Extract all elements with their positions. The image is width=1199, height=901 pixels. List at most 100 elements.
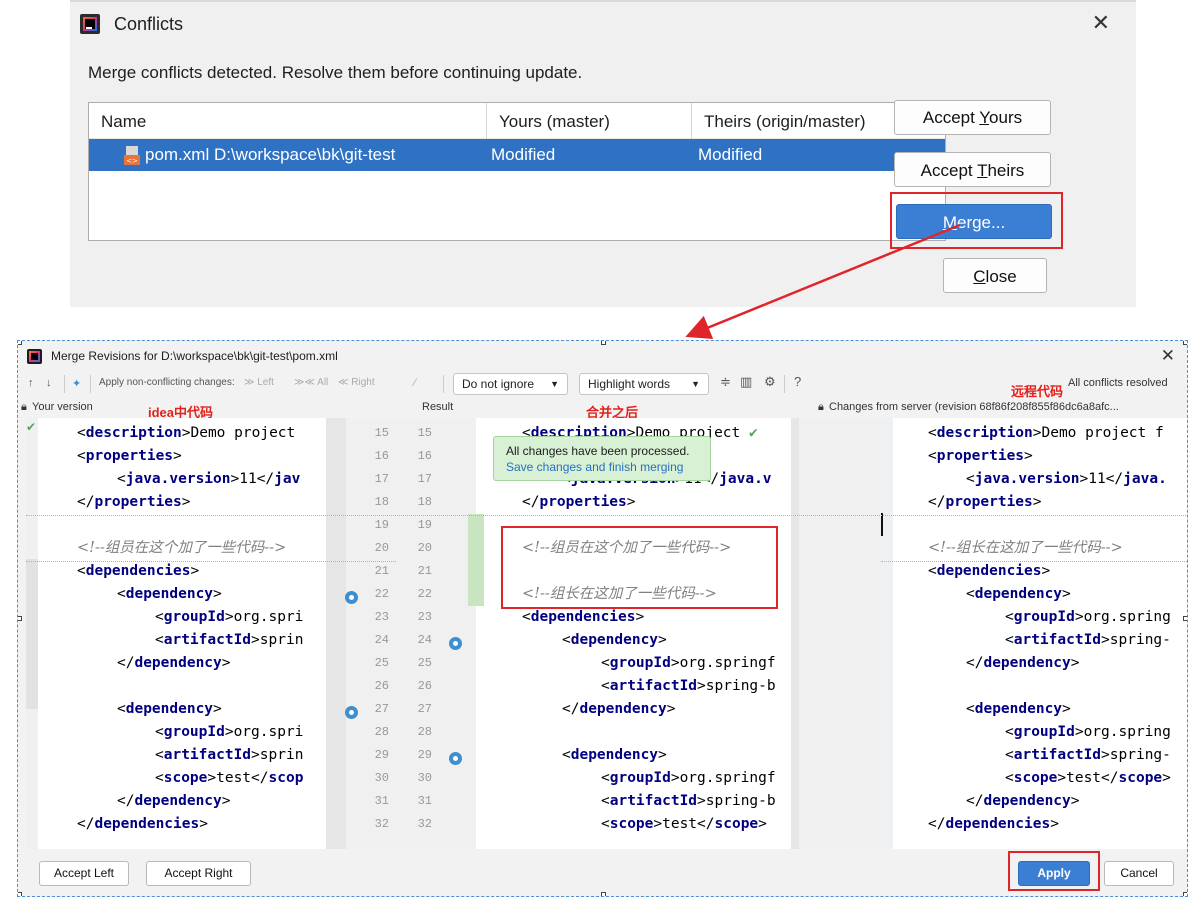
merge-status-text: All conflicts resolved xyxy=(1068,377,1168,389)
line-number: 26 xyxy=(417,679,432,693)
resize-handle[interactable] xyxy=(1183,892,1187,896)
resize-handle[interactable] xyxy=(18,892,22,896)
gutter-strip xyxy=(326,418,346,849)
right-gutter xyxy=(791,418,881,849)
resize-handle[interactable] xyxy=(601,892,606,896)
apply-change-icon[interactable] xyxy=(345,591,358,604)
resize-handle[interactable] xyxy=(18,341,22,345)
button-label: ours xyxy=(989,108,1023,127)
checkmark-icon: ✔ xyxy=(26,420,37,434)
highlight-mode-select[interactable]: Highlight words ▼ xyxy=(579,373,709,395)
code-line: </dependency> xyxy=(966,655,1080,671)
line-number: 15 xyxy=(417,426,432,440)
code-line: <dependencies> xyxy=(522,609,645,625)
conflict-message: Merge conflicts detected. Resolve them b… xyxy=(88,63,583,82)
resize-handle[interactable] xyxy=(601,341,606,345)
lock-icon: 🔒︎ xyxy=(21,401,27,413)
toolbar-separator xyxy=(64,375,65,393)
resize-handle[interactable] xyxy=(1183,341,1187,345)
sync-scroll-icon[interactable]: ▥ xyxy=(740,374,752,390)
xml-file-icon: <> xyxy=(124,146,140,165)
accept-right-button[interactable]: Accept Right xyxy=(146,861,251,886)
resize-handle[interactable] xyxy=(18,616,22,621)
close-icon[interactable]: ✕ xyxy=(1092,12,1110,34)
code-line: <groupId>org.spring xyxy=(1005,724,1171,740)
merge-button[interactable]: Merge... xyxy=(896,204,1052,239)
code-line: <dependency> xyxy=(966,586,1071,602)
svg-text:<>: <> xyxy=(126,157,138,165)
dialog-title: Merge Revisions for D:\workspace\bk\git-… xyxy=(51,349,338,363)
result-editor-pane[interactable]: <description>Demo project ✔ <properties>… xyxy=(476,418,791,849)
merge-complete-tooltip: All changes have been processed. Save ch… xyxy=(493,436,711,481)
table-row[interactable]: <> pom.xml D:\workspace\bk\git-test Modi… xyxy=(89,139,945,171)
apply-right-button[interactable]: ≪ Right xyxy=(338,377,375,388)
magic-resolve-icon[interactable]: ✦ xyxy=(72,377,81,390)
code-line: </dependencies> xyxy=(77,816,208,832)
annotation-right: 远程代码 xyxy=(1011,384,1064,399)
code-line: </dependency> xyxy=(117,793,231,809)
code-line: <dependency> xyxy=(966,701,1071,717)
arrow-up-icon[interactable]: ↑ xyxy=(28,377,34,389)
close-button[interactable]: Close xyxy=(943,258,1047,293)
help-icon[interactable]: ? xyxy=(794,374,801,389)
accept-yours-button[interactable]: Accept Yours xyxy=(894,100,1051,135)
apply-change-icon[interactable] xyxy=(449,637,462,650)
right-pane-title: Changes from server (revision 68f86f208f… xyxy=(829,401,1119,413)
code-line: <!--组长在这加了一些代码--> xyxy=(928,540,1123,556)
cancel-button[interactable]: Cancel xyxy=(1104,861,1174,886)
apply-left-button[interactable]: ≫ Left xyxy=(244,377,274,388)
tooltip-message: All changes have been processed. xyxy=(506,444,690,458)
gutter-strip xyxy=(791,418,799,849)
table-header: Name Yours (master) Theirs (origin/maste… xyxy=(89,103,945,139)
finish-merging-link[interactable]: Save changes and finish merging xyxy=(506,459,710,475)
apply-all-button[interactable]: ≫≪ All xyxy=(294,377,328,388)
button-label: heirs xyxy=(987,161,1025,180)
line-number: 29 xyxy=(417,748,432,762)
code-line: <scope>test</scope> xyxy=(1005,770,1171,786)
line-number: 32 xyxy=(374,817,389,831)
code-line: <properties> xyxy=(77,448,182,464)
code-line: <dependency> xyxy=(117,701,222,717)
change-separator xyxy=(26,561,396,562)
line-number: 20 xyxy=(417,541,432,555)
line-number: 19 xyxy=(374,518,389,532)
toolbar-separator xyxy=(443,375,444,393)
accept-theirs-button[interactable]: Accept Theirs xyxy=(894,152,1051,187)
change-marker xyxy=(476,514,484,606)
change-marker xyxy=(468,514,476,606)
code-line: </dependencies> xyxy=(928,816,1059,832)
line-number: 16 xyxy=(417,449,432,463)
left-pane-title: Your version xyxy=(32,401,93,413)
resize-handle[interactable] xyxy=(1183,616,1187,621)
button-label: lose xyxy=(985,267,1017,286)
line-number: 16 xyxy=(374,449,389,463)
accept-left-button[interactable]: Accept Left xyxy=(39,861,129,886)
code-line: <groupId>org.springf xyxy=(601,770,776,786)
middle-pane-title: Result xyxy=(422,401,454,413)
line-number: 31 xyxy=(417,794,432,808)
code-line: <groupId>org.spring xyxy=(1005,609,1171,625)
code-line: <description>Demo project f xyxy=(928,425,1164,441)
apply-change-icon[interactable] xyxy=(449,752,462,765)
code-line: <!--组员在这个加了一些代码--> xyxy=(77,540,287,556)
select-value: Do not ignore xyxy=(462,377,535,391)
magic-wand-icon[interactable]: ⁄ xyxy=(414,377,416,389)
right-editor-pane[interactable]: <description>Demo project f <properties>… xyxy=(881,418,1187,849)
ignore-whitespace-select[interactable]: Do not ignore ▼ xyxy=(453,373,568,395)
line-number: 26 xyxy=(374,679,389,693)
left-editor-pane[interactable]: ✔ <description>Demo project <properties>… xyxy=(26,418,326,849)
column-header-yours[interactable]: Yours (master) xyxy=(487,103,692,139)
arrow-down-icon[interactable]: ↓ xyxy=(46,377,52,389)
code-line: <groupId>org.spri xyxy=(155,609,304,625)
apply-change-icon[interactable] xyxy=(345,706,358,719)
close-icon[interactable]: ✕ xyxy=(1161,346,1175,366)
line-number: 25 xyxy=(417,656,432,670)
collapse-unchanged-icon[interactable]: ≑ xyxy=(720,374,731,390)
line-number: 24 xyxy=(417,633,432,647)
code-line: <scope>test</scope> xyxy=(601,816,767,832)
apply-button[interactable]: Apply xyxy=(1018,861,1090,886)
intellij-app-icon xyxy=(80,14,100,34)
code-line: </properties> xyxy=(77,494,191,510)
column-header-name[interactable]: Name xyxy=(89,103,487,139)
gear-icon[interactable]: ⚙ xyxy=(764,374,776,390)
